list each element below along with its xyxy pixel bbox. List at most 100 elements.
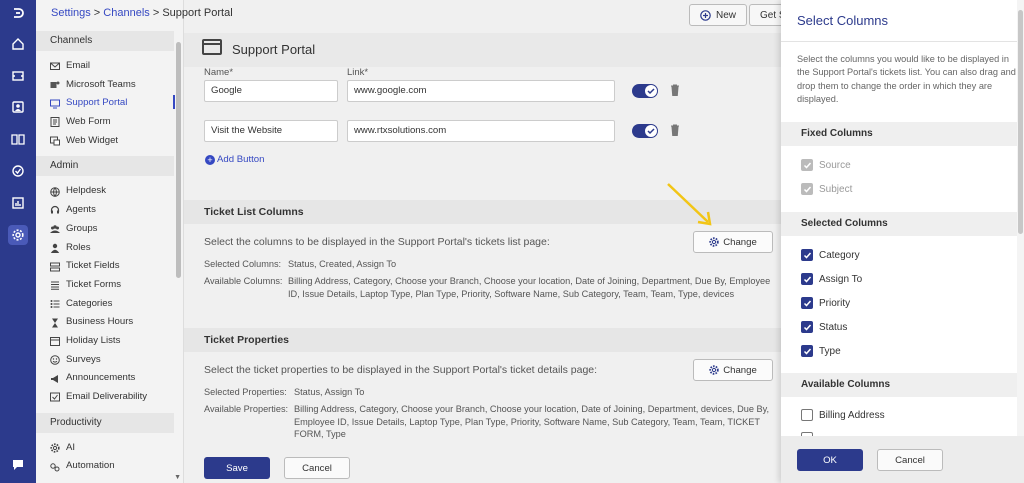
gear-icon bbox=[709, 365, 719, 375]
nav-item-surveys[interactable]: Surveys bbox=[36, 351, 183, 370]
trash-icon[interactable] bbox=[670, 84, 680, 96]
dialog-cancel-button[interactable]: Cancel bbox=[877, 449, 943, 471]
checkbox-unchecked[interactable] bbox=[801, 409, 813, 421]
button-name-input[interactable]: Google bbox=[204, 80, 338, 102]
checkbox-checked[interactable] bbox=[801, 249, 813, 261]
nav-item-ai[interactable]: AI bbox=[36, 439, 183, 458]
change-label: Change bbox=[723, 236, 757, 248]
check-icon bbox=[803, 162, 811, 169]
option-label: Category bbox=[819, 249, 860, 261]
button-link-input[interactable]: www.rtxsolutions.com bbox=[347, 120, 615, 142]
dialog-scrollbar[interactable] bbox=[1017, 0, 1024, 436]
new-button[interactable]: New bbox=[689, 4, 748, 26]
checkbox-checked[interactable] bbox=[801, 273, 813, 285]
selected-column-option[interactable]: Assign To bbox=[801, 273, 862, 285]
save-button[interactable]: Save bbox=[204, 457, 270, 479]
ticket-list-change-button[interactable]: Change bbox=[693, 231, 773, 253]
nav-scrollbar[interactable] bbox=[176, 42, 181, 278]
nav-item-holiday-lists[interactable]: Holiday Lists bbox=[36, 332, 183, 351]
fixed-column-option: Source bbox=[801, 159, 851, 171]
nav-item-business-hours[interactable]: Business Hours bbox=[36, 313, 183, 332]
check-icon bbox=[803, 300, 811, 307]
contacts-icon[interactable] bbox=[8, 97, 28, 117]
nav-item-microsoft-teams[interactable]: Microsoft Teams bbox=[36, 76, 183, 95]
nav-item-label: AI bbox=[66, 441, 76, 453]
nav-item-email[interactable]: Email bbox=[36, 57, 183, 76]
ticket-properties-change-button[interactable]: Change bbox=[693, 359, 773, 381]
ticket-icon[interactable] bbox=[8, 66, 28, 86]
button-name-input[interactable]: Visit the Website bbox=[204, 120, 338, 142]
dialog-scrollbar-thumb[interactable] bbox=[1018, 10, 1023, 234]
available-properties-value: Billing Address, Category, Choose your B… bbox=[294, 404, 770, 439]
group-icon bbox=[50, 224, 60, 234]
headset-icon bbox=[50, 205, 60, 215]
checkbox-checked[interactable] bbox=[801, 345, 813, 357]
tasks-icon[interactable] bbox=[8, 161, 28, 181]
nav-item-categories[interactable]: Categories bbox=[36, 295, 183, 314]
selected-column-option[interactable]: Status bbox=[801, 321, 847, 333]
button-toggle[interactable] bbox=[632, 124, 658, 138]
nav-item-roles[interactable]: Roles bbox=[36, 239, 183, 258]
selected-column-option[interactable]: Type bbox=[801, 345, 841, 357]
selected-column-option[interactable]: Priority bbox=[801, 297, 850, 309]
cancel-button[interactable]: Cancel bbox=[284, 457, 350, 479]
chat-icon[interactable] bbox=[8, 455, 28, 475]
selected-column-option[interactable]: Category bbox=[801, 249, 860, 261]
selected-columns-row: Selected Columns: Status, Created, Assig… bbox=[204, 258, 769, 272]
nav-item-announcements[interactable]: Announcements bbox=[36, 369, 183, 388]
nav-item-web-form[interactable]: Web Form bbox=[36, 113, 183, 132]
gear-icon bbox=[709, 237, 719, 247]
available-column-option[interactable]: Billing Address bbox=[801, 409, 885, 421]
nav-item-label: Announcements bbox=[66, 372, 136, 384]
settings-icon[interactable] bbox=[8, 225, 28, 245]
selected-columns-label: Selected Columns: bbox=[204, 259, 282, 269]
nav-item-label: Surveys bbox=[66, 353, 101, 365]
breadcrumb-separator: > bbox=[149, 7, 163, 19]
checkbox-checked[interactable] bbox=[801, 297, 813, 309]
breadcrumb: Settings > Channels > Support Portal bbox=[51, 7, 233, 19]
page-header: Support Portal bbox=[184, 33, 781, 67]
nav-item-ticket-fields[interactable]: Ticket Fields bbox=[36, 257, 183, 276]
ok-button[interactable]: OK bbox=[797, 449, 863, 471]
nav-item-groups[interactable]: Groups bbox=[36, 220, 183, 239]
nav-item-label: Ticket Fields bbox=[66, 260, 120, 272]
nav-item-agents[interactable]: Agents bbox=[36, 201, 183, 220]
available-properties-label: Available Properties: bbox=[204, 404, 289, 414]
reports-icon[interactable] bbox=[8, 193, 28, 213]
checkbox-disabled bbox=[801, 159, 813, 171]
button-link-input[interactable]: www.google.com bbox=[347, 80, 615, 102]
nav-item-email-deliverability[interactable]: Email Deliverability bbox=[36, 388, 183, 407]
add-button[interactable]: + Add Button bbox=[205, 154, 264, 165]
dialog-footer: OK Cancel bbox=[781, 436, 1024, 483]
main-content: Support Portal Name* Link* Google www.go… bbox=[184, 0, 781, 483]
nav-item-label: Web Widget bbox=[66, 134, 119, 146]
dialog-divider bbox=[781, 41, 1024, 42]
available-columns-header: Available Columns bbox=[781, 373, 1017, 397]
breadcrumb-settings[interactable]: Settings bbox=[51, 7, 91, 19]
select-columns-dialog: Select Columns Select the columns you wo… bbox=[781, 0, 1024, 483]
nav-item-label: Holiday Lists bbox=[66, 334, 121, 346]
app: Channels Email Microsoft Teams Support P… bbox=[0, 0, 1024, 483]
scroll-down-icon[interactable]: ▼ bbox=[174, 474, 181, 481]
option-label: Source bbox=[819, 159, 851, 171]
button-toggle[interactable] bbox=[632, 84, 658, 98]
fixed-column-option: Subject bbox=[801, 183, 852, 195]
knowledge-base-icon[interactable] bbox=[8, 129, 28, 149]
logo-icon[interactable] bbox=[8, 3, 28, 23]
nav-item-label: Business Hours bbox=[66, 316, 134, 328]
nav-item-label: Roles bbox=[66, 241, 91, 253]
nav-item-automation[interactable]: Automation bbox=[36, 457, 183, 476]
nav-item-support-portal[interactable]: Support Portal bbox=[36, 94, 183, 113]
user-icon bbox=[50, 243, 60, 253]
trash-icon[interactable] bbox=[670, 124, 680, 136]
nav-item-label: Support Portal bbox=[66, 97, 128, 109]
nav-item-helpdesk[interactable]: Helpdesk bbox=[36, 182, 183, 201]
monitor-icon bbox=[50, 99, 60, 109]
add-button-label: Add Button bbox=[217, 154, 265, 165]
checkbox-checked[interactable] bbox=[801, 321, 813, 333]
available-columns-label: Available Columns: bbox=[204, 276, 283, 286]
nav-item-web-widget[interactable]: Web Widget bbox=[36, 132, 183, 151]
home-icon[interactable] bbox=[8, 34, 28, 54]
nav-item-ticket-forms[interactable]: Ticket Forms bbox=[36, 276, 183, 295]
breadcrumb-channels[interactable]: Channels bbox=[103, 7, 149, 19]
